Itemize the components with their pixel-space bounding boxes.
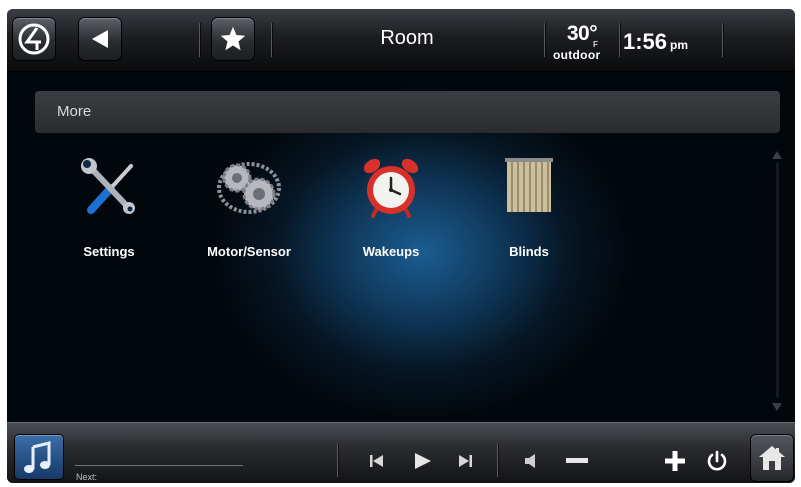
clock: 1:56 pm bbox=[623, 29, 688, 55]
section-header: More bbox=[35, 91, 780, 133]
tile-label: Motor/Sensor bbox=[207, 244, 291, 259]
mute-button[interactable] bbox=[517, 450, 545, 472]
play-icon bbox=[415, 453, 431, 469]
home-button[interactable] bbox=[751, 435, 793, 481]
plus-icon bbox=[665, 451, 685, 471]
track-progress-line bbox=[75, 465, 243, 466]
music-button[interactable] bbox=[15, 435, 63, 479]
top-bar: Room 30° F outdoor 1:56 pm bbox=[7, 9, 795, 72]
scroll-up-icon[interactable] bbox=[771, 150, 783, 160]
room-title[interactable]: Room bbox=[347, 27, 467, 50]
minus-icon bbox=[566, 458, 588, 463]
tile-label: Blinds bbox=[509, 244, 549, 259]
next-track-label: Next: bbox=[76, 472, 98, 482]
clock-time: 1:56 bbox=[623, 29, 668, 54]
section-title: More bbox=[57, 103, 92, 120]
tile-label: Wakeups bbox=[362, 244, 420, 259]
tile-label: Settings bbox=[83, 244, 135, 259]
previous-icon bbox=[370, 455, 383, 467]
next-icon bbox=[459, 455, 472, 467]
outdoor-temperature: 30° F outdoor bbox=[549, 22, 615, 62]
tile-motor-sensor[interactable]: Motor/Sensor bbox=[187, 146, 307, 259]
power-button[interactable] bbox=[703, 450, 731, 472]
tile-blinds[interactable]: Blinds bbox=[467, 146, 587, 259]
star-icon bbox=[220, 26, 246, 51]
tile-wakeups[interactable]: Wakeups bbox=[329, 146, 449, 259]
speaker-icon bbox=[525, 454, 535, 468]
settings-icon bbox=[81, 158, 135, 214]
previous-button[interactable] bbox=[363, 450, 391, 472]
volume-up-button[interactable] bbox=[661, 450, 689, 472]
back-button[interactable] bbox=[79, 18, 121, 60]
back-arrow-icon bbox=[92, 30, 108, 48]
tile-settings[interactable]: Settings bbox=[47, 146, 167, 259]
scroll-down-icon[interactable] bbox=[771, 402, 783, 412]
play-button[interactable] bbox=[409, 450, 437, 472]
next-button[interactable] bbox=[451, 450, 479, 472]
bottom-bar: Next: bbox=[7, 422, 795, 483]
logo-button[interactable] bbox=[13, 18, 55, 60]
scrollbar[interactable] bbox=[771, 150, 783, 412]
home-icon bbox=[759, 446, 785, 470]
scroll-track[interactable] bbox=[776, 162, 779, 398]
alarm-clock-icon bbox=[363, 158, 419, 218]
music-note-icon bbox=[24, 441, 51, 473]
clock-ampm: pm bbox=[670, 38, 689, 52]
blinds-icon bbox=[505, 158, 553, 212]
main-content: More Settings Motor/Sensor Wakeups Blind… bbox=[7, 72, 795, 422]
favorites-button[interactable] bbox=[212, 18, 254, 60]
gears-icon bbox=[217, 162, 281, 214]
power-icon bbox=[707, 450, 727, 471]
volume-down-button[interactable] bbox=[563, 450, 591, 472]
control-screen: Room 30° F outdoor 1:56 pm More Settings… bbox=[7, 9, 795, 483]
temperature-label: outdoor bbox=[553, 48, 601, 62]
logo-icon bbox=[18, 23, 50, 55]
